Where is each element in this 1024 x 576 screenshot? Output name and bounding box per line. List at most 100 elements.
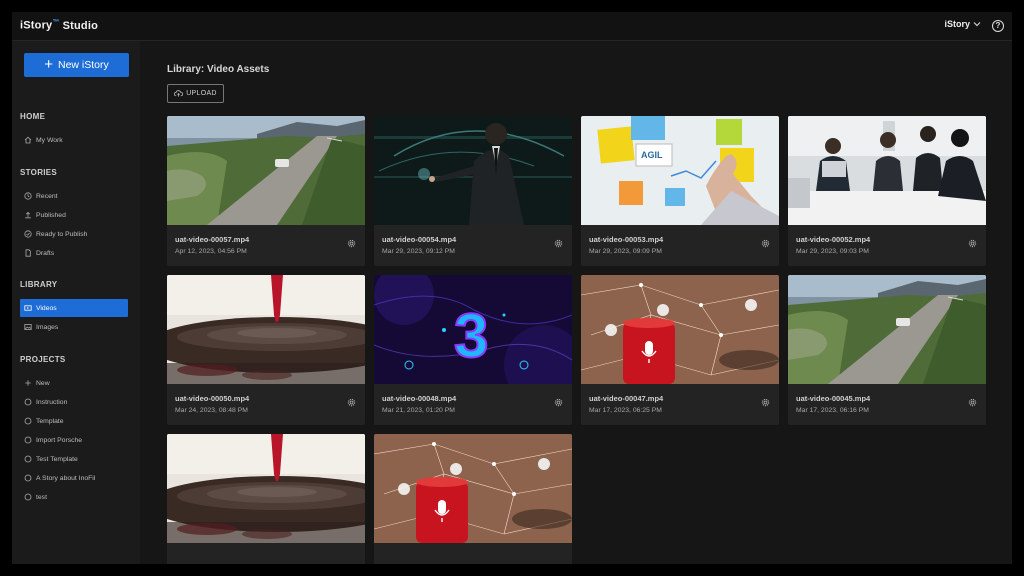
video-thumbnail[interactable] xyxy=(167,434,365,543)
thumbnail-smart-speaker xyxy=(581,275,779,384)
section-projects: PROJECTS xyxy=(20,355,66,364)
sidebar-item-story-about-inofil[interactable]: A Story about InoFil xyxy=(20,469,128,487)
sidebar-item-label: test xyxy=(36,493,47,501)
thumbnail-countdown-three: 3 xyxy=(374,275,572,384)
sidebar-item-videos[interactable]: Videos xyxy=(20,299,128,317)
sidebar-item-label: Drafts xyxy=(36,249,55,257)
logo-trademark: ™ xyxy=(52,19,60,26)
sidebar-item-label: A Story about InoFil xyxy=(36,474,96,482)
section-stories: STORIES xyxy=(20,168,58,177)
plus-icon: + xyxy=(44,55,53,73)
video-card[interactable]: uat-video-00057.mp4 Apr 12, 2023, 04:56 P… xyxy=(167,116,365,266)
thumbnail-water-drop xyxy=(167,434,365,543)
sidebar-item-test[interactable]: test xyxy=(20,488,128,506)
video-name: uat-video-00047.mp4 xyxy=(589,394,664,403)
settings-gear-icon[interactable] xyxy=(761,239,770,248)
sidebar: + New iStory HOME My Work STORIES Recent… xyxy=(12,41,140,564)
video-thumbnail[interactable] xyxy=(581,275,779,384)
svg-text:3: 3 xyxy=(454,302,488,371)
settings-gear-icon[interactable] xyxy=(968,239,977,248)
upload-label: UPLOAD xyxy=(186,90,217,97)
sidebar-item-my-work[interactable]: My Work xyxy=(20,131,128,149)
video-icon xyxy=(24,305,32,311)
sidebar-item-label: Videos xyxy=(36,304,57,312)
sidebar-item-import-porsche[interactable]: Import Porsche xyxy=(20,431,128,449)
sidebar-item-recent[interactable]: Recent xyxy=(20,187,128,205)
thumbnail-road xyxy=(788,275,986,384)
sidebar-item-ready-to-publish[interactable]: Ready to Publish xyxy=(20,225,128,243)
settings-gear-icon[interactable] xyxy=(347,398,356,407)
app-window: iStory™ Studio iStory ? + New iStory HOME… xyxy=(12,12,1012,564)
circle-icon xyxy=(24,417,32,425)
video-name: uat-video-00057.mp4 xyxy=(175,235,250,244)
video-thumbnail[interactable]: AGIL xyxy=(581,116,779,225)
video-name: uat-video-00048.mp4 xyxy=(382,394,457,403)
upload-button[interactable]: UPLOAD xyxy=(167,84,224,103)
settings-gear-icon[interactable] xyxy=(554,398,563,407)
svg-text:AGIL: AGIL xyxy=(641,150,663,160)
check-circle-icon xyxy=(24,230,32,238)
settings-gear-icon[interactable] xyxy=(968,398,977,407)
sidebar-item-label: Test Template xyxy=(36,455,78,463)
sidebar-item-label: Published xyxy=(36,211,66,219)
circle-icon xyxy=(24,493,32,501)
video-date: Mar 29, 2023, 09:12 PM xyxy=(382,248,455,255)
sidebar-item-label: Instruction xyxy=(36,398,68,406)
video-card[interactable]: uat-video-00052.mp4 Mar 29, 2023, 09:03 P… xyxy=(788,116,986,266)
user-menu[interactable]: iStory xyxy=(944,19,982,29)
sidebar-item-label: Template xyxy=(36,417,64,425)
video-date: Mar 29, 2023, 09:09 PM xyxy=(589,248,662,255)
sidebar-item-label: My Work xyxy=(36,136,63,144)
plus-icon xyxy=(25,380,31,386)
help-icon[interactable]: ? xyxy=(992,20,1004,32)
section-library: LIBRARY xyxy=(20,280,58,289)
video-card[interactable]: AGIL uat-video-00053.mp4 Mar 29, 2023, 09… xyxy=(581,116,779,266)
home-icon xyxy=(24,136,32,144)
settings-gear-icon[interactable] xyxy=(347,239,356,248)
video-thumbnail[interactable] xyxy=(374,116,572,225)
video-card[interactable]: uat-video-00047.mp4 Mar 17, 2023, 06:25 P… xyxy=(581,275,779,425)
video-thumbnail[interactable]: 3 xyxy=(374,275,572,384)
logo-suffix: Studio xyxy=(62,19,98,32)
upload-icon xyxy=(25,211,31,219)
video-card[interactable] xyxy=(374,434,572,564)
video-date: Mar 17, 2023, 06:16 PM xyxy=(796,407,869,414)
sidebar-item-new-project[interactable]: New xyxy=(20,374,128,392)
sidebar-item-label: Ready to Publish xyxy=(36,230,88,238)
video-card[interactable] xyxy=(167,434,365,564)
sidebar-item-label: Images xyxy=(36,323,59,331)
circle-icon xyxy=(24,398,32,406)
thumbnail-agile-board: AGIL xyxy=(581,116,779,225)
video-name: uat-video-00050.mp4 xyxy=(175,394,250,403)
video-name: uat-video-00053.mp4 xyxy=(589,235,664,244)
sidebar-item-drafts[interactable]: Drafts xyxy=(20,244,128,262)
sidebar-item-published[interactable]: Published xyxy=(20,206,128,224)
video-card[interactable]: 3 uat-video-00048.mp4 Mar 21, 2023, 01:20… xyxy=(374,275,572,425)
video-card[interactable]: uat-video-00050.mp4 Mar 24, 2023, 08:48 P… xyxy=(167,275,365,425)
video-thumbnail[interactable] xyxy=(167,116,365,225)
circle-icon xyxy=(24,436,32,444)
video-thumbnail[interactable] xyxy=(167,275,365,384)
video-name: uat-video-00054.mp4 xyxy=(382,235,457,244)
settings-gear-icon[interactable] xyxy=(554,239,563,248)
new-istory-button[interactable]: + New iStory xyxy=(24,53,129,77)
video-card[interactable]: uat-video-00045.mp4 Mar 17, 2023, 06:16 P… xyxy=(788,275,986,425)
sidebar-item-instruction[interactable]: Instruction xyxy=(20,393,128,411)
sidebar-item-label: Import Porsche xyxy=(36,436,83,444)
video-name: uat-video-00045.mp4 xyxy=(796,394,871,403)
video-thumbnail[interactable] xyxy=(788,275,986,384)
chevron-down-icon xyxy=(973,22,981,27)
video-card[interactable]: uat-video-00054.mp4 Mar 29, 2023, 09:12 P… xyxy=(374,116,572,266)
sidebar-item-test-template[interactable]: Test Template xyxy=(20,450,128,468)
circle-icon xyxy=(24,474,32,482)
thumbnail-road xyxy=(167,116,365,225)
sidebar-item-images[interactable]: Images xyxy=(20,318,128,336)
video-thumbnail[interactable] xyxy=(374,434,572,543)
sidebar-item-label: Recent xyxy=(36,192,58,200)
app-logo[interactable]: iStory™ Studio xyxy=(20,19,98,32)
settings-gear-icon[interactable] xyxy=(761,398,770,407)
image-icon xyxy=(24,324,32,330)
thumbnail-water-drop xyxy=(167,275,365,384)
sidebar-item-template[interactable]: Template xyxy=(20,412,128,430)
video-thumbnail[interactable] xyxy=(788,116,986,225)
